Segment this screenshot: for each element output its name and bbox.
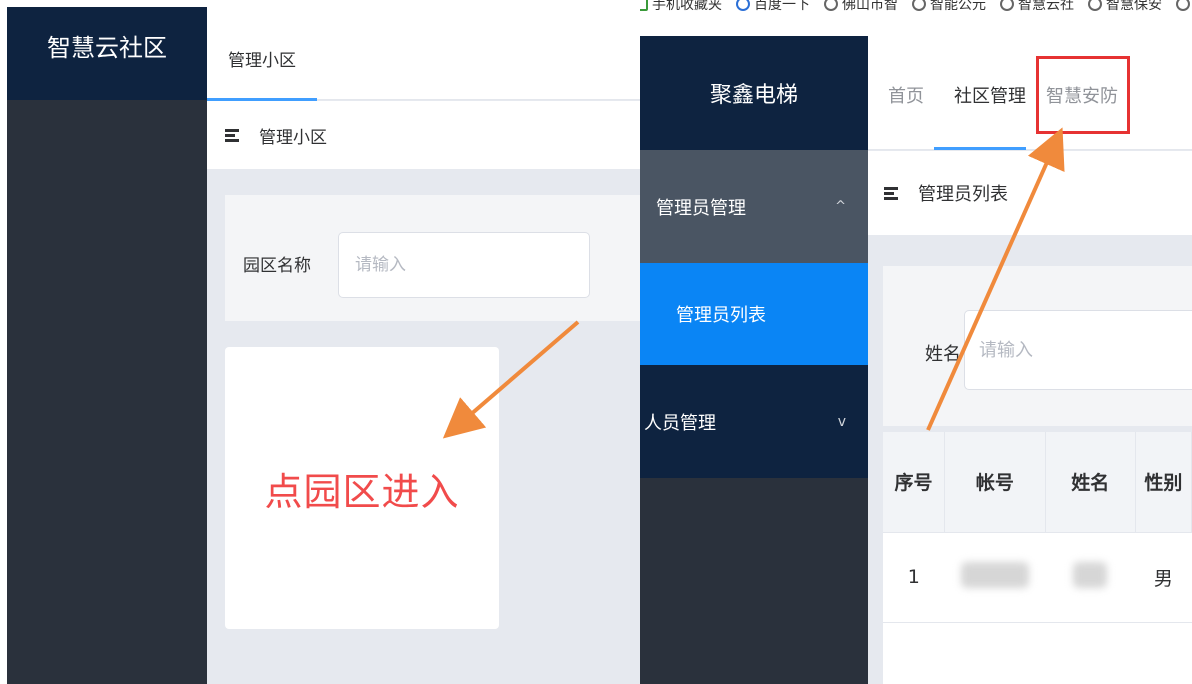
nav-community-management[interactable]: 社区管理 <box>954 82 1026 108</box>
breadcrumb-text: 管理员列表 <box>918 184 1008 205</box>
column-header-account[interactable]: 帐号 <box>944 432 1046 533</box>
left-main-panel: 管理小区 管理小区 园区名称 点园区进入 <box>207 0 640 684</box>
globe-icon <box>1088 0 1102 11</box>
bookmark-folder-icon <box>640 0 648 11</box>
admin-table: 序号 帐号 姓名 性别 1 男 <box>883 432 1192 684</box>
column-header-name[interactable]: 姓名 <box>1045 432 1136 533</box>
menu-icon[interactable] <box>884 185 898 202</box>
redacted-value <box>1073 561 1108 588</box>
globe-icon <box>1000 0 1014 11</box>
annotation-highlight-box <box>1036 56 1130 134</box>
sidebar-group-label: 人员管理 <box>644 412 716 434</box>
bookmark-item[interactable]: 佛山市智 <box>824 0 898 14</box>
nav-home[interactable]: 首页 <box>888 82 924 108</box>
sidebar-group-personnel[interactable]: 人员管理 v <box>640 365 868 478</box>
left-sidebar: 智慧云社区 <box>7 7 207 684</box>
card-annotation-text: 点园区进入 <box>264 469 460 514</box>
table-header-row: 序号 帐号 姓名 性别 <box>883 432 1192 533</box>
menu-icon[interactable] <box>225 127 239 144</box>
right-main-panel: 首页 社区管理 智慧安防 管理员列表 姓名 序号 帐号 <box>868 36 1192 684</box>
right-breadcrumb: 管理员列表 <box>868 151 1192 235</box>
bookmark-item[interactable]: 智能公元 <box>912 0 986 14</box>
sidebar-group-label: 管理员管理 <box>656 197 746 219</box>
baidu-icon <box>736 0 750 11</box>
bookmark-item[interactable]: 手机收藏夹 <box>640 0 722 14</box>
tab-manage-community[interactable]: 管理小区 <box>207 36 317 101</box>
column-header-index[interactable]: 序号 <box>883 432 946 533</box>
right-sidebar: 聚鑫电梯 管理员管理 ^ 管理员列表 人员管理 v <box>640 36 868 684</box>
right-screenshot: 手机收藏夹 百度一下 佛山市智 智能公元 智慧云社 智慧保安 call-c 聚鑫… <box>640 0 1192 684</box>
name-label: 姓名 <box>925 344 961 365</box>
chevron-up-icon: ^ <box>835 199 846 214</box>
globe-icon <box>824 0 838 11</box>
cell-name <box>1045 532 1136 623</box>
cell-account <box>944 532 1046 623</box>
chevron-down-icon: v <box>837 413 846 430</box>
cell-index: 1 <box>883 532 945 623</box>
park-name-input[interactable] <box>338 232 590 298</box>
top-nav: 首页 社区管理 智慧安防 <box>868 36 1192 150</box>
left-breadcrumb: 管理小区 <box>207 101 640 169</box>
column-header-gender[interactable]: 性别 <box>1135 432 1192 533</box>
redacted-value <box>960 561 1029 588</box>
sidebar-item-admin-list[interactable]: 管理员列表 <box>640 263 868 365</box>
left-tab-bar: 管理小区 <box>207 0 640 101</box>
park-card[interactable]: 点园区进入 <box>225 347 499 629</box>
sidebar-group-admin[interactable]: 管理员管理 ^ <box>640 150 868 263</box>
right-brand-title: 聚鑫电梯 <box>640 36 868 150</box>
bookmark-item[interactable]: 百度一下 <box>736 0 810 14</box>
globe-icon <box>912 0 926 11</box>
bookmark-item[interactable]: 智慧保安 <box>1088 0 1162 14</box>
sidebar-item-label: 管理员列表 <box>676 305 766 326</box>
globe-icon <box>1176 0 1190 11</box>
nav-active-indicator <box>934 147 1026 150</box>
left-screenshot: 智慧云社区 管理小区 管理小区 园区名称 点园区进入 <box>0 0 640 684</box>
cell-gender: 男 <box>1135 532 1192 623</box>
tab-label: 管理小区 <box>228 51 296 71</box>
name-input[interactable] <box>964 310 1192 390</box>
left-filter-panel: 园区名称 <box>225 195 640 321</box>
table-row[interactable]: 1 男 <box>883 532 1192 623</box>
breadcrumb-text: 管理小区 <box>259 127 327 148</box>
bookmark-item[interactable]: call-c <box>1176 0 1192 12</box>
right-filter-panel: 姓名 <box>883 266 1192 426</box>
park-name-label: 园区名称 <box>243 256 311 276</box>
left-brand-title: 智慧云社区 <box>7 7 207 100</box>
bookmark-item[interactable]: 智慧云社 <box>1000 0 1074 14</box>
bookmarks-bar: 手机收藏夹 百度一下 佛山市智 智能公元 智慧云社 智慧保安 call-c <box>640 0 1192 36</box>
